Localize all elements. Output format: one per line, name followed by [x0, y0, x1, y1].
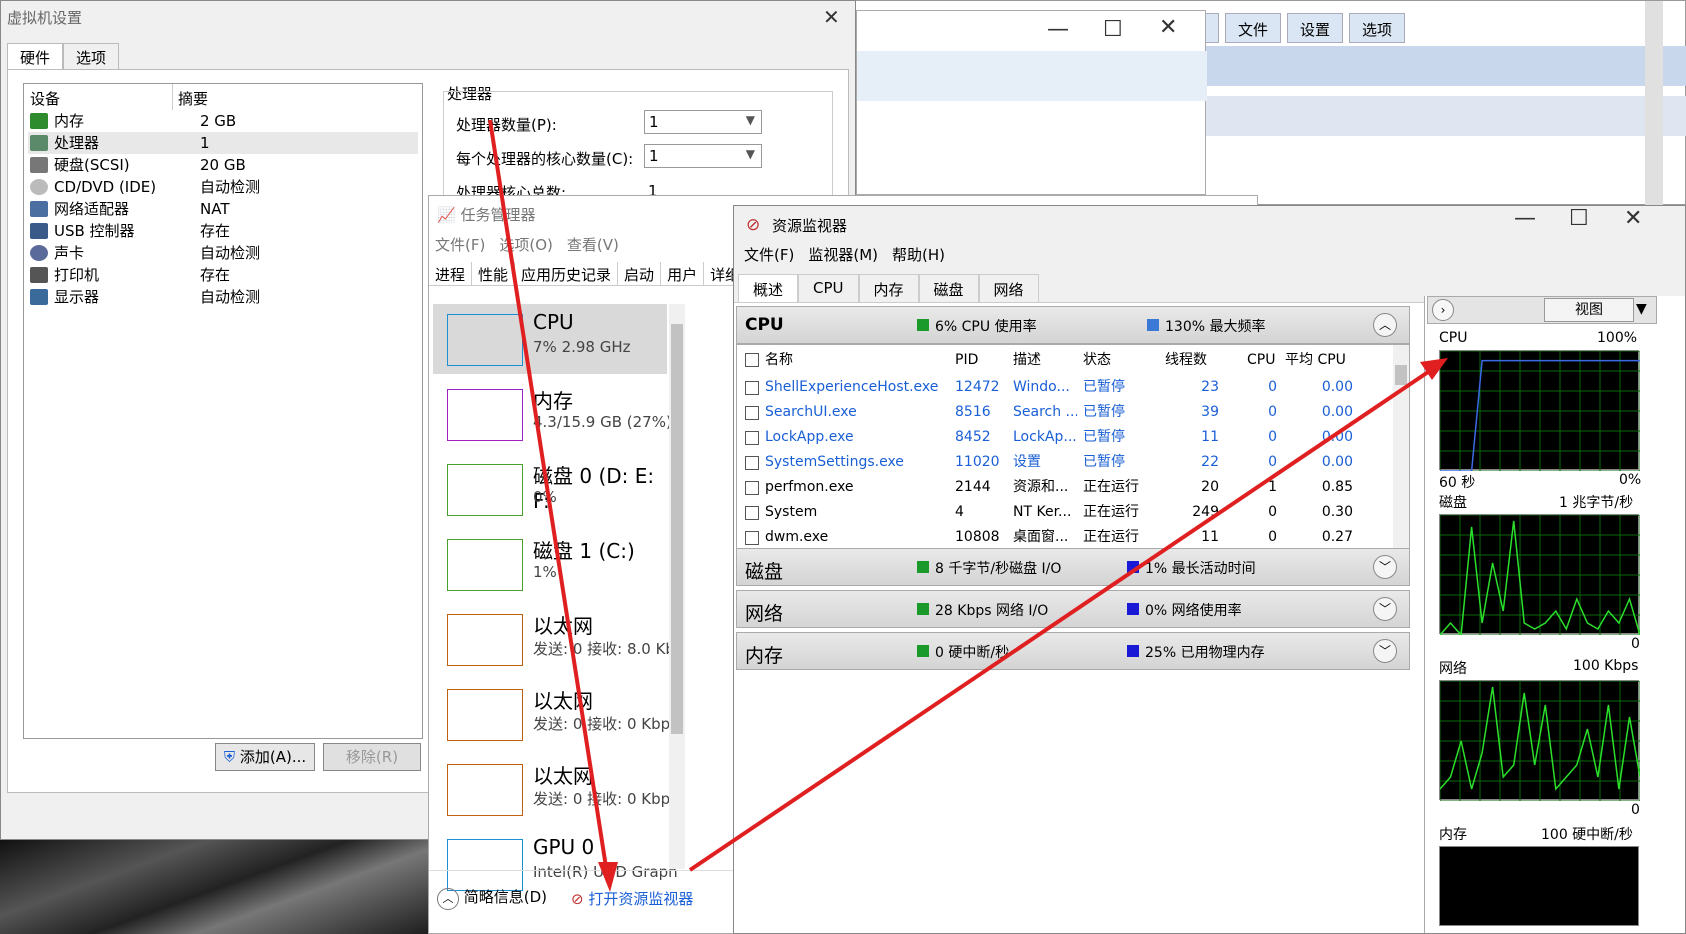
annotation-arrow-right: [688, 362, 1442, 872]
annotation-arrows: [488, 119, 1448, 892]
arrowhead-icon: [598, 862, 618, 892]
annotation-arrow-down: [488, 119, 610, 881]
